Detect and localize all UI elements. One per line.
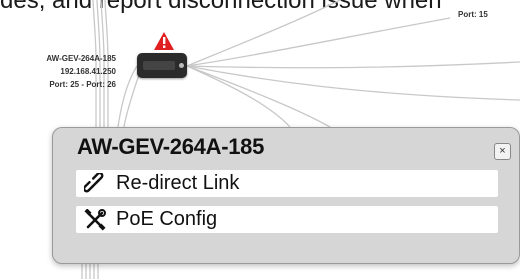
- switch-status-led: [179, 63, 184, 68]
- device-ports-label: Port: 25 - Port: 26: [49, 80, 116, 89]
- menu-item-redirect-link[interactable]: Re-direct Link: [76, 170, 498, 197]
- device-name-label: AW-GEV-264A-185: [46, 54, 116, 63]
- link-icon: [84, 173, 104, 193]
- close-button[interactable]: ×: [494, 143, 511, 160]
- menu-item-label: PoE Config: [116, 208, 218, 230]
- tools-icon: [84, 209, 106, 231]
- menu-item-label: Re-direct Link: [116, 172, 240, 194]
- warning-triangle-icon[interactable]: [153, 31, 175, 51]
- network-switch-device[interactable]: [137, 53, 187, 78]
- device-ip-label: 192.168.41.250: [60, 67, 116, 76]
- device-info-label: AW-GEV-264A-185 192.168.41.250 Port: 25 …: [0, 52, 116, 91]
- device-context-popup: AW-GEV-264A-185 × Re-direct Link PoE Con…: [52, 127, 520, 264]
- popup-title: AW-GEV-264A-185: [77, 134, 265, 159]
- menu-item-poe-config[interactable]: PoE Config: [76, 206, 498, 233]
- port-label: Port: 15: [458, 10, 488, 19]
- switch-port-panel: [143, 61, 175, 70]
